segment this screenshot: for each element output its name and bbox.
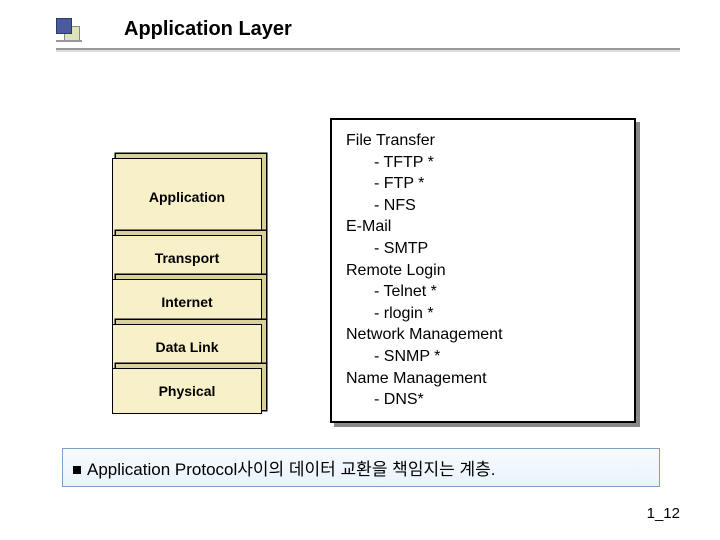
title-underline: [56, 48, 680, 50]
layer-application: Application: [112, 158, 262, 236]
proto-item-smtp: - SMTP: [346, 238, 622, 260]
bullet-square-icon: [73, 466, 81, 474]
proto-item-tftp: - TFTP *: [346, 152, 622, 174]
proto-item-snmp: - SNMP *: [346, 346, 622, 368]
proto-group-name-mgmt: Name Management: [346, 368, 622, 390]
protocol-list-box: File Transfer - TFTP * - FTP * - NFS E-M…: [330, 118, 636, 423]
proto-item-dns: - DNS*: [346, 389, 622, 411]
slide-title: Application Layer: [124, 18, 292, 41]
proto-group-remote-login: Remote Login: [346, 260, 622, 282]
proto-group-file-transfer: File Transfer: [346, 130, 622, 152]
proto-item-rlogin: - rlogin *: [346, 303, 622, 325]
proto-item-telnet: - Telnet *: [346, 281, 622, 303]
layer-physical: Physical: [112, 368, 262, 414]
layer-stack: Application Transport Internet Data Link…: [112, 158, 262, 413]
layer-transport: Transport: [112, 235, 262, 281]
slide-caption: Application Protocol사이의 데이터 교환을 책임지는 계층.: [62, 448, 660, 487]
slide-header: Application Layer: [56, 18, 680, 58]
proto-group-network-mgmt: Network Management: [346, 324, 622, 346]
proto-item-ftp: - FTP *: [346, 173, 622, 195]
proto-group-email: E-Mail: [346, 216, 622, 238]
page-number: 1_12: [647, 505, 680, 522]
proto-item-nfs: - NFS: [346, 195, 622, 217]
layer-datalink: Data Link: [112, 324, 262, 370]
layer-internet: Internet: [112, 279, 262, 325]
caption-text: Application Protocol사이의 데이터 교환을 책임지는 계층.: [87, 460, 495, 479]
